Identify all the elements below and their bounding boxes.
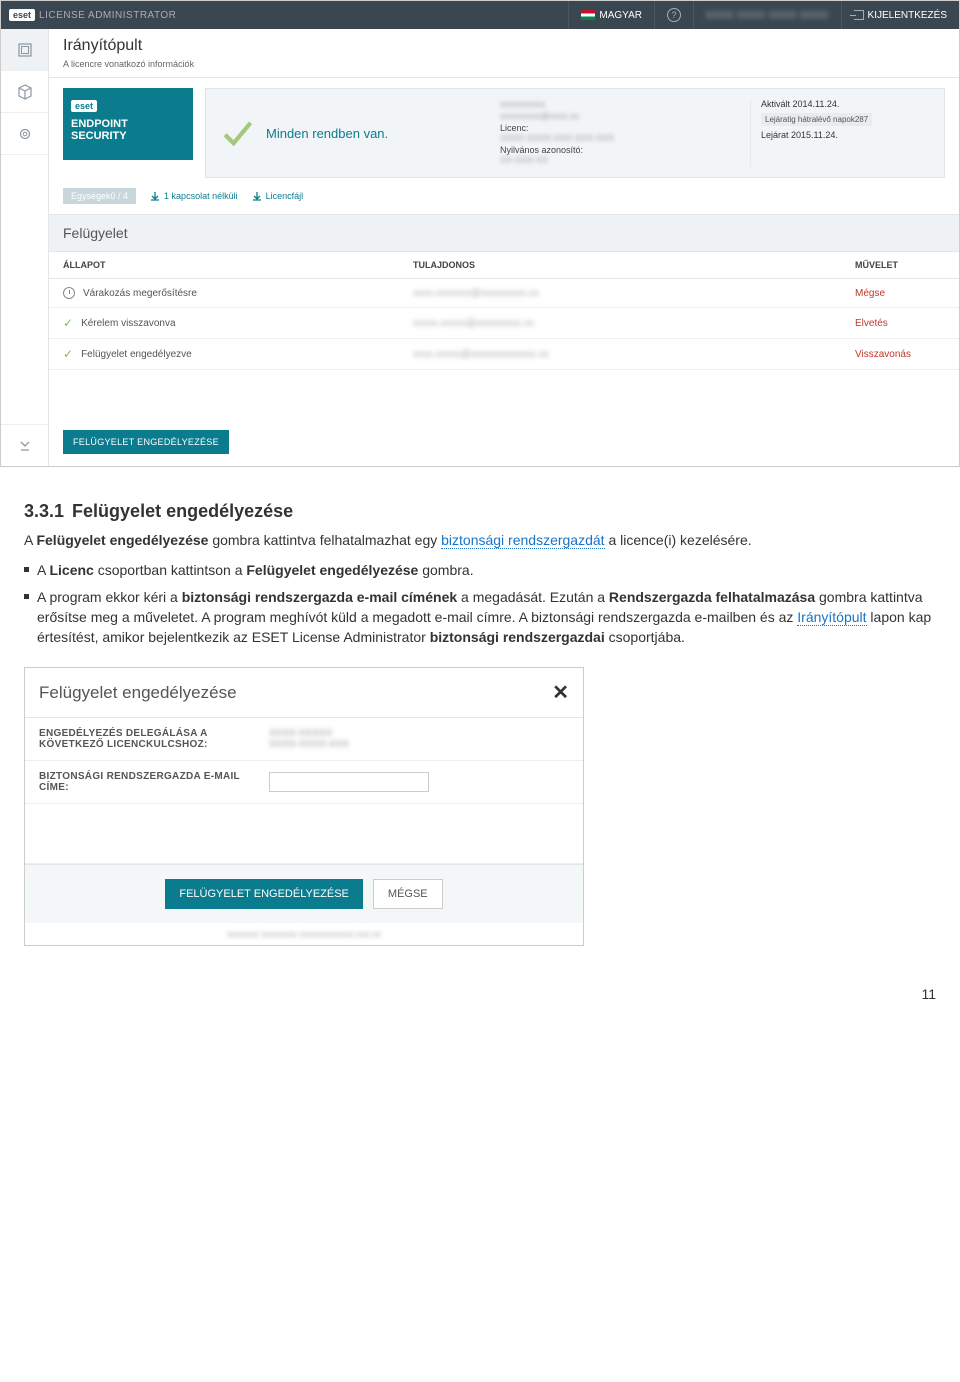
cube-icon xyxy=(17,84,33,100)
table-header: ÁLLAPOT TULAJDONOS MŰVELET xyxy=(49,252,959,279)
product-brand-badge: eset xyxy=(71,100,97,112)
help-button[interactable]: ? xyxy=(654,1,693,29)
clock-icon xyxy=(63,287,75,299)
days-remaining-badge: Lejáratig hátralévő napok287 xyxy=(761,113,872,126)
product-name-2: SECURITY xyxy=(71,130,185,142)
page-subtitle: A licencre vonatkozó információk xyxy=(63,59,945,69)
table-row: ✓Felügyelet engedélyezve xxxx.xxxxx@xxxx… xyxy=(49,339,959,370)
auth-management-button[interactable]: FELÜGYELET ENGEDÉLYEZÉSE xyxy=(63,430,229,454)
licfile-link[interactable]: Licencfájl xyxy=(252,191,304,201)
dialog-screenshot: Felügyelet engedélyezése ✕ ENGEDÉLYEZÉS … xyxy=(24,667,584,946)
download-icon xyxy=(252,191,262,201)
activated-date: Aktivált 2014.11.24. xyxy=(761,99,910,109)
collapse-icon xyxy=(18,439,32,453)
offline-link[interactable]: 1 kapcsolat nélküli xyxy=(150,191,238,201)
close-icon[interactable]: ✕ xyxy=(552,680,569,705)
logout-icon xyxy=(854,10,864,20)
status-card: Minden rendben van. xxxxxxxxxx xxxxxxxxx… xyxy=(205,88,945,178)
dialog-label-key: ENGEDÉLYEZÉS DELEGÁLÁSA A KÖVETKEZŐ LICE… xyxy=(39,728,269,750)
page-title: Irányítópult xyxy=(63,37,945,55)
product-card: eset ENDPOINT SECURITY xyxy=(63,88,193,160)
intro-paragraph: A Felügyelet engedélyezése gombra kattin… xyxy=(24,530,936,550)
flag-icon xyxy=(581,10,595,20)
bullet-2: A program ekkor kéri a biztonsági rendsz… xyxy=(24,587,936,648)
link-dashboard[interactable]: Irányítópult xyxy=(797,609,866,626)
dashboard-icon xyxy=(17,42,33,58)
table-row: Várakozás megerősítésre xxxx.xxxxxxx@xxx… xyxy=(49,279,959,308)
rail-settings[interactable] xyxy=(1,113,48,155)
dialog-label-email: BIZTONSÁGI RENDSZERGAZDA E-MAIL CÍME: xyxy=(39,771,269,793)
expiry-date: Lejárat 2015.11.24. xyxy=(761,130,910,140)
check-icon: ✓ xyxy=(63,347,73,361)
check-icon: ✓ xyxy=(63,316,73,330)
license-meta: xxxxxxxxxx xxxxxxxxx@xxxx.xx Licenc: XXX… xyxy=(490,99,750,167)
col-owner: TULAJDONOS xyxy=(413,260,855,270)
page-number: 11 xyxy=(0,946,960,1012)
action-dismiss[interactable]: Elvetés xyxy=(855,318,888,329)
eset-badge: eset xyxy=(9,9,35,21)
authorize-button[interactable]: FELÜGYELET ENGEDÉLYEZÉSE xyxy=(165,879,363,909)
check-icon xyxy=(220,116,254,150)
language-selector[interactable]: MAGYAR xyxy=(568,1,654,29)
col-action: MŰVELET xyxy=(855,260,945,270)
cancel-button[interactable]: MÉGSE xyxy=(373,879,443,909)
col-status: ÁLLAPOT xyxy=(63,260,413,270)
action-cancel[interactable]: Mégse xyxy=(855,288,885,299)
rail-cube[interactable] xyxy=(1,71,48,113)
license-dates: Aktivált 2014.11.24. Lejáratig hátralévő… xyxy=(750,99,910,167)
management-heading: Felügyelet xyxy=(49,214,959,252)
brand-text: LICENSE ADMINISTRATOR xyxy=(39,10,176,21)
download-icon xyxy=(150,191,160,201)
dialog-footer-blur: xxxxxxx xxxxxxxx xxxxxxxxxxxx.xxx.xx xyxy=(25,923,583,945)
section-heading: 3.3.1Felügyelet engedélyezése xyxy=(24,501,936,522)
units-badge: Egységek0 / 4 xyxy=(63,188,136,204)
dialog-key-value: XXXX-XXXXX XXXX-XXXX-XXX xyxy=(269,728,349,750)
logout-label: KIJELENTKEZÉS xyxy=(868,10,947,21)
link-security-admin[interactable]: biztonsági rendszergazdát xyxy=(441,532,604,549)
side-rail xyxy=(1,29,49,466)
product-name-1: ENDPOINT xyxy=(71,118,185,130)
brand-logo: eset LICENSE ADMINISTRATOR xyxy=(1,1,184,29)
action-revoke[interactable]: Visszavonás xyxy=(855,349,911,360)
help-icon: ? xyxy=(667,8,681,22)
gear-icon xyxy=(17,126,33,142)
email-field[interactable] xyxy=(269,772,429,792)
language-label: MAGYAR xyxy=(599,10,642,21)
document-body: 3.3.1Felügyelet engedélyezése A Felügyel… xyxy=(0,467,960,647)
user-key: XXXX XXXX XXXX XXXX xyxy=(693,1,841,29)
status-text: Minden rendben van. xyxy=(266,126,388,141)
rail-dashboard[interactable] xyxy=(1,29,48,71)
table-row: ✓Kérelem visszavonva xxxxx.xxxxx@xxxxxxx… xyxy=(49,308,959,339)
app-topbar: eset LICENSE ADMINISTRATOR MAGYAR ? XXXX… xyxy=(1,1,959,29)
bullet-1: A Licenc csoportban kattintson a Felügye… xyxy=(24,560,936,580)
rail-collapse[interactable] xyxy=(1,424,48,466)
dialog-title: Felügyelet engedélyezése xyxy=(39,683,237,703)
logout-button[interactable]: KIJELENTKEZÉS xyxy=(841,1,959,29)
